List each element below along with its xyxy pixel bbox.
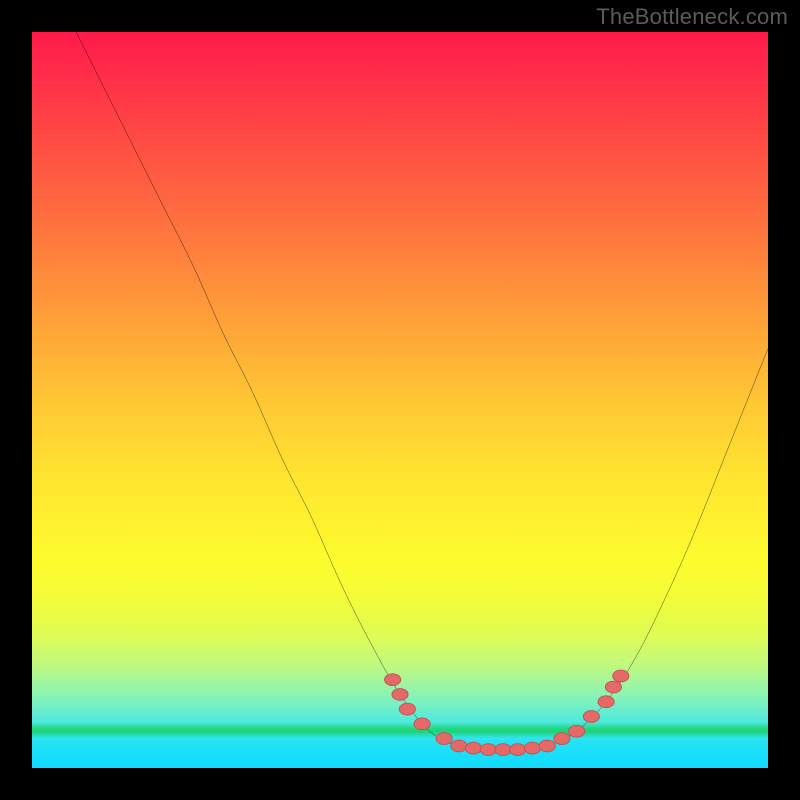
curve-marker bbox=[583, 711, 599, 723]
curve-marker bbox=[524, 742, 540, 754]
curve-marker bbox=[598, 696, 614, 708]
curve-marker bbox=[554, 733, 570, 745]
attribution-text: TheBottleneck.com bbox=[596, 4, 788, 30]
curve-marker bbox=[436, 733, 452, 745]
curve-marker bbox=[451, 740, 467, 752]
bottleneck-curve bbox=[32, 32, 768, 768]
chart-area bbox=[32, 32, 768, 768]
curve-markers bbox=[385, 670, 629, 755]
curve-marker bbox=[495, 744, 511, 756]
curve-marker bbox=[399, 703, 415, 715]
curve-marker bbox=[569, 725, 585, 737]
curve-marker bbox=[385, 674, 401, 686]
curve-marker bbox=[414, 718, 430, 730]
curve-line bbox=[76, 32, 768, 750]
curve-marker bbox=[605, 681, 621, 693]
curve-marker bbox=[510, 744, 526, 756]
curve-marker bbox=[466, 742, 482, 754]
curve-marker bbox=[480, 744, 496, 756]
curve-marker bbox=[392, 689, 408, 701]
curve-marker bbox=[539, 740, 555, 752]
curve-marker bbox=[613, 670, 629, 682]
